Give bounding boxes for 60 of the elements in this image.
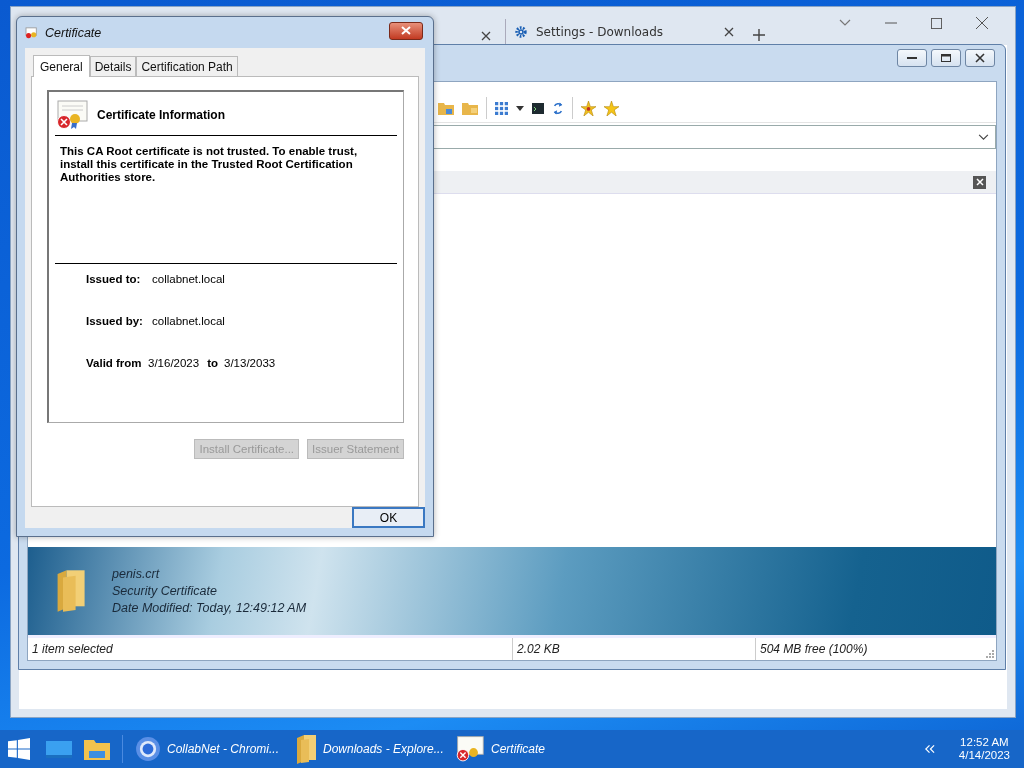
taskbar-item[interactable]: Downloads - Explore... xyxy=(289,731,449,767)
field-value: collabnet.local xyxy=(152,273,225,285)
maximize-icon[interactable] xyxy=(931,17,942,29)
clock-time[interactable]: 12:52 AM xyxy=(960,736,1009,749)
gear-icon xyxy=(514,25,528,39)
start-icon[interactable] xyxy=(8,738,30,760)
dialog-title: Certificate xyxy=(45,25,103,40)
tab[interactable]: Details xyxy=(89,56,137,76)
tab-title: Settings - Downloads xyxy=(536,25,665,39)
refresh-icon[interactable] xyxy=(552,100,564,116)
field-value: 3/16/2023 xyxy=(148,357,200,369)
close-icon xyxy=(401,26,411,35)
trust-message: This CA Root certificate is not trusted. To enable trust, install this certificate in the Trusted Root Certification Authorities store. xyxy=(60,145,359,185)
close-icon[interactable] xyxy=(724,27,734,37)
section-title: Certificate Information xyxy=(97,108,225,122)
folder-icon xyxy=(295,734,317,764)
grid-view-icon[interactable] xyxy=(495,101,508,115)
close-icon xyxy=(975,178,984,186)
status-text: 2.02 KB xyxy=(512,638,755,660)
browser-icon xyxy=(135,736,161,762)
terminal-icon[interactable] xyxy=(532,102,544,114)
chevron-down-icon[interactable] xyxy=(978,133,989,141)
star-icon[interactable] xyxy=(604,100,619,116)
field-value: collabnet.local xyxy=(152,315,225,327)
clock-date[interactable]: 4/14/2023 xyxy=(958,749,1010,762)
new-tab-icon[interactable] xyxy=(753,29,765,41)
folder-icon[interactable] xyxy=(438,101,454,115)
restore-icon xyxy=(941,54,951,62)
minimize-icon xyxy=(907,56,917,60)
status-text: 1 item selected xyxy=(31,641,114,658)
field-value: 3/13/2033 xyxy=(224,357,276,369)
resize-grip-icon[interactable] xyxy=(986,650,994,658)
close-button[interactable] xyxy=(973,175,986,189)
file-type: Security Certificate xyxy=(112,582,218,600)
date-modified: Date Modified: Today, 12:49:12 AM xyxy=(112,599,307,617)
minimize-button[interactable] xyxy=(897,49,927,67)
field-label: Issued to: xyxy=(86,273,142,285)
ok-button[interactable]: OK xyxy=(352,507,425,528)
chevron-down-icon[interactable] xyxy=(839,19,851,27)
certificate-icon xyxy=(25,26,39,39)
tab[interactable]: Certification Path xyxy=(136,56,238,76)
certificate-icon xyxy=(455,735,485,763)
file-name: penis.crt xyxy=(112,565,161,583)
field-label: to xyxy=(207,357,219,369)
close-icon xyxy=(975,53,985,63)
star-icon[interactable] xyxy=(581,100,596,116)
field-label: Issued by: xyxy=(86,315,144,327)
status-text: 504 MB free (100%) xyxy=(755,638,868,660)
close-button[interactable] xyxy=(965,49,995,67)
caret-icon[interactable] xyxy=(516,105,524,111)
taskbar-item[interactable]: CollabNet - Chromi... xyxy=(129,731,289,767)
taskbar-item[interactable]: Certificate xyxy=(449,731,609,767)
tab[interactable]: General xyxy=(33,55,90,77)
close-icon[interactable] xyxy=(976,17,988,29)
restore-button[interactable] xyxy=(931,49,961,67)
certificate-icon xyxy=(55,100,89,130)
folder-icon[interactable] xyxy=(84,738,110,760)
close-icon[interactable] xyxy=(481,31,491,41)
close-button[interactable] xyxy=(389,21,423,40)
double-chevron-left-icon[interactable] xyxy=(923,744,935,754)
